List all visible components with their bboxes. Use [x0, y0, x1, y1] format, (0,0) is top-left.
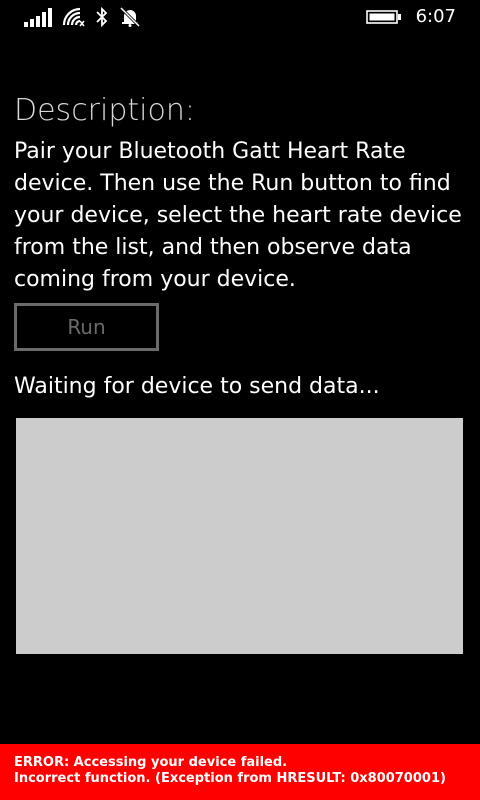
error-message: ERROR: Accessing your device failed. [14, 755, 288, 770]
battery-icon [366, 10, 401, 24]
bluetooth-icon [96, 7, 108, 27]
status-bar: 6:07 [0, 0, 480, 34]
description-text: Pair your Bluetooth Gatt Heart Rate devi… [14, 139, 462, 292]
clock: 6:07 [415, 6, 456, 27]
signal-icon [24, 8, 52, 27]
wifi-icon [62, 7, 85, 27]
description-title: Description: [14, 93, 195, 128]
status-message: Waiting for device to send data... [14, 374, 380, 399]
description-section: Description: Pair your Bluetooth Gatt He… [14, 92, 464, 296]
device-list-panel[interactable] [16, 418, 463, 654]
app-screen: 6:07 Description: Pair your Bluetooth Ga… [0, 0, 480, 800]
error-banner: ERROR: Accessing your device failed. Inc… [0, 744, 480, 800]
quiet-hours-icon [120, 7, 140, 27]
run-button[interactable]: Run [14, 303, 159, 351]
error-detail: Incorrect function. (Exception from HRES… [14, 771, 446, 786]
